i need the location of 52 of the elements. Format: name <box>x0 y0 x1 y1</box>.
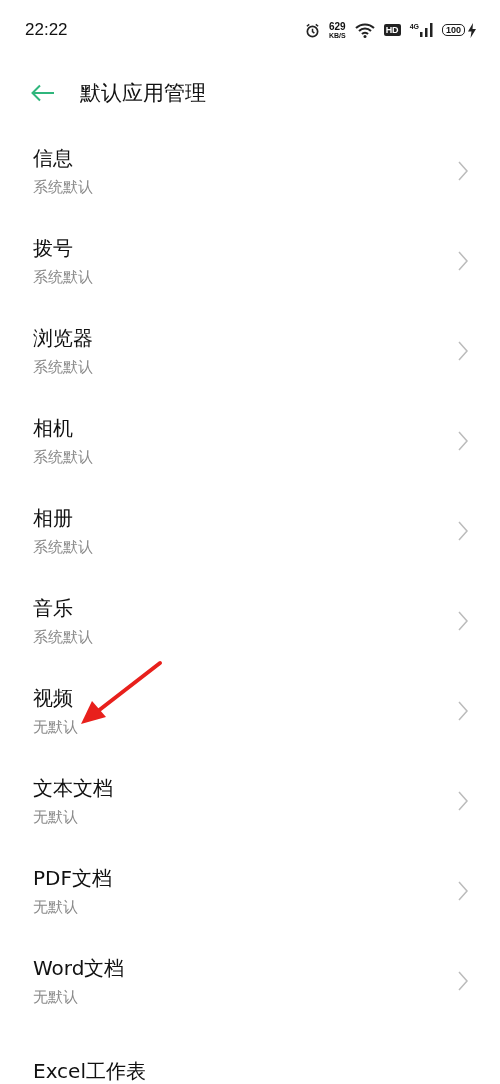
chevron-icon <box>458 251 468 271</box>
chevron-icon <box>458 341 468 361</box>
chevron-icon <box>458 431 468 451</box>
item-title: Excel工作表 <box>33 1058 146 1084</box>
back-icon[interactable] <box>31 84 55 102</box>
item-title: 文本文档 <box>33 775 113 801</box>
settings-item[interactable]: 相机 系统默认 <box>0 396 500 486</box>
settings-item[interactable]: 拨号 系统默认 <box>0 216 500 306</box>
status-time: 22:22 <box>25 20 68 40</box>
chevron-icon <box>458 161 468 181</box>
signal-icon <box>419 23 433 37</box>
item-subtitle: 无默认 <box>33 987 79 1007</box>
settings-item[interactable]: 信息 系统默认 <box>0 126 500 216</box>
wifi-icon <box>354 22 375 38</box>
item-subtitle: 无默认 <box>33 807 79 827</box>
charging-icon <box>468 22 476 38</box>
settings-item[interactable]: PDF文档 无默认 <box>0 846 500 936</box>
item-subtitle: 系统默认 <box>33 537 93 557</box>
chevron-icon <box>458 971 468 991</box>
settings-item[interactable]: Word文档 无默认 <box>0 936 500 1026</box>
item-title: 浏览器 <box>33 325 93 351</box>
item-title: 拨号 <box>33 235 74 261</box>
item-subtitle: 系统默认 <box>33 447 93 467</box>
item-subtitle: 系统默认 <box>33 177 93 197</box>
chevron-icon <box>458 881 468 901</box>
item-subtitle: 系统默认 <box>33 627 93 647</box>
speed-value: 629 <box>328 21 346 32</box>
chevron-icon <box>458 791 468 811</box>
item-title: 音乐 <box>33 595 74 621</box>
battery-level: 100 <box>441 24 465 36</box>
item-subtitle: 系统默认 <box>33 357 93 377</box>
settings-item[interactable]: 文本文档 无默认 <box>0 756 500 846</box>
item-title: Word文档 <box>33 955 125 981</box>
item-title: 信息 <box>33 145 74 171</box>
item-subtitle: 无默认 <box>33 717 78 737</box>
page-title: 默认应用管理 <box>80 80 206 107</box>
alarm-icon <box>304 22 320 38</box>
settings-item[interactable]: 音乐 系统默认 <box>0 576 500 666</box>
item-subtitle: 无默认 <box>33 897 79 917</box>
item-title: PDF文档 <box>33 865 112 891</box>
settings-item[interactable]: 浏览器 系统默认 <box>0 306 500 396</box>
settings-item[interactable]: 视频 无默认 <box>0 666 500 756</box>
chevron-icon <box>458 611 468 631</box>
chevron-icon <box>458 521 468 541</box>
settings-item[interactable]: Excel工作表 <box>0 1026 500 1084</box>
settings-item[interactable]: 相册 系统默认 <box>0 486 500 576</box>
item-title: 相机 <box>33 415 74 441</box>
item-title: 视频 <box>33 685 74 711</box>
item-title: 相册 <box>33 505 74 531</box>
item-subtitle: 系统默认 <box>33 267 93 287</box>
chevron-icon <box>458 701 468 721</box>
hd-badge: HD <box>383 24 401 36</box>
